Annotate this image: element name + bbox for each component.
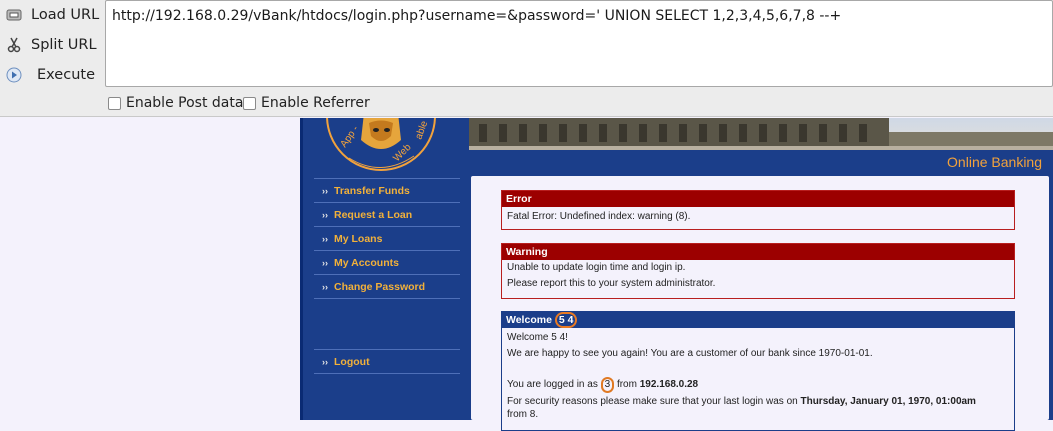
sidebar-item-logout[interactable]: ›› Logout [314, 350, 460, 374]
sidebar-item-transfer-funds[interactable]: ›› Transfer Funds [314, 179, 460, 203]
sidebar-item-label: Transfer Funds [334, 184, 410, 197]
url-textarea[interactable]: http://192.168.0.29/vBank/htdocs/login.p… [105, 0, 1053, 87]
error-panel: Error Fatal Error: Undefined index: warn… [501, 190, 1015, 230]
load-url-icon [5, 6, 23, 24]
warning-panel-title: Warning [502, 244, 1014, 260]
welcome-panel: Welcome 5 4 Welcome 5 4! We are happy to… [501, 311, 1015, 431]
sidebar-item-label: Change Password [334, 280, 426, 293]
injected-name-highlight: 5 4 [554, 312, 578, 328]
security-notice: For security reasons please make sure th… [502, 395, 1014, 421]
sidebar-item-label: My Loans [334, 232, 383, 245]
header-banner-image [469, 118, 1053, 154]
error-panel-title: Error [502, 191, 1014, 207]
warning-panel: Warning Unable to update login time and … [501, 243, 1015, 299]
welcome-greeting: Welcome 5 4! [507, 332, 568, 343]
split-url-button[interactable]: Split URL [0, 30, 102, 60]
main-content: Error Fatal Error: Undefined index: warn… [471, 176, 1049, 431]
chevron-right-icon: ›› [322, 185, 328, 196]
sidebar-nav: ›› Transfer Funds ›› Request a Loan ›› My L… [314, 178, 460, 299]
sidebar-item-label: Request a Loan [334, 208, 413, 221]
sidebar-logout-section: ›› Logout [314, 349, 460, 374]
enable-referrer-label: Enable Referrer [261, 95, 370, 111]
execute-label: Execute [37, 67, 95, 83]
chevron-right-icon: ›› [322, 257, 328, 268]
welcome-title-prefix: Welcome [506, 314, 552, 326]
sidebar-item-my-accounts[interactable]: ›› My Accounts [314, 251, 460, 275]
sidebar-item-label: Logout [334, 355, 370, 368]
error-message: Fatal Error: Undefined index: warning (8… [507, 211, 691, 222]
hackbar-toolbar: Load URL Split URL Execute http://192.16… [0, 0, 1053, 117]
logged-in-ip: 192.168.0.28 [639, 379, 699, 390]
checkbox-box[interactable] [108, 96, 121, 110]
chevron-right-icon: ›› [322, 281, 328, 292]
customer-since-text: We are happy to see you again! You are a… [507, 348, 873, 359]
chevron-right-icon: ›› [322, 209, 328, 220]
warning-line-1: Unable to update login time and login ip… [507, 262, 686, 273]
sidebar-item-my-loans[interactable]: ›› My Loans [314, 227, 460, 251]
vbank-page: App - Web able Online Banking ›› Transfe… [300, 118, 1053, 431]
sidebar-item-label: My Accounts [334, 256, 399, 269]
logged-in-from: from [616, 379, 637, 390]
logged-in-line: You are logged in as 3 from 192.168.0.28 [502, 377, 1014, 393]
scissors-icon [5, 36, 23, 54]
play-icon [5, 66, 23, 84]
execute-button[interactable]: Execute [0, 60, 102, 90]
site-logo: App - Web able [309, 118, 459, 174]
warning-line-2: Please report this to your system admini… [507, 278, 716, 289]
enable-post-data-label: Enable Post data [126, 95, 244, 111]
chevron-right-icon: ›› [322, 233, 328, 244]
split-url-label: Split URL [31, 37, 97, 53]
last-login-from: from 8. [507, 409, 539, 420]
sidebar-item-request-loan[interactable]: ›› Request a Loan [314, 203, 460, 227]
sidebar-item-change-password[interactable]: ›› Change Password [314, 275, 460, 299]
enable-referrer-checkbox[interactable]: Enable Referrer [243, 94, 370, 112]
checkbox-box[interactable] [243, 96, 256, 110]
security-prefix: For security reasons please make sure th… [507, 396, 798, 407]
enable-post-data-checkbox[interactable]: Enable Post data [108, 94, 243, 112]
welcome-panel-title: Welcome 5 4 [502, 312, 1014, 328]
chevron-right-icon: ›› [322, 356, 328, 367]
last-login-date: Thursday, January 01, 1970, 01:00am [800, 396, 976, 407]
banner-caption: Online Banking [947, 154, 1042, 170]
logged-in-prefix: You are logged in as [507, 379, 598, 390]
injected-username-highlight: 3 [600, 377, 615, 393]
load-url-button[interactable]: Load URL [0, 0, 102, 30]
load-url-label: Load URL [31, 7, 100, 23]
